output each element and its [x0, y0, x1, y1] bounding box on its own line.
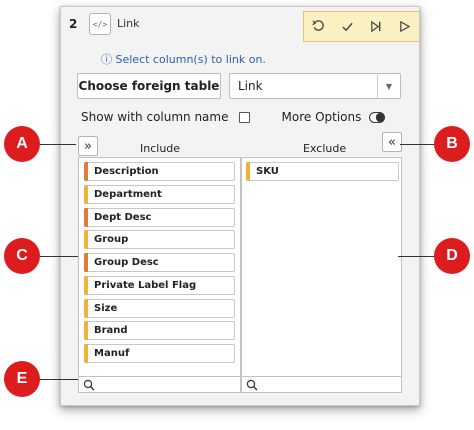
- search-icon: [246, 379, 258, 390]
- undo-button[interactable]: [304, 12, 333, 41]
- include-search-input[interactable]: [78, 376, 241, 393]
- list-item[interactable]: Size: [84, 299, 235, 318]
- chevron-down-icon: ▼: [377, 74, 400, 98]
- list-item[interactable]: Private Label Flag: [84, 276, 235, 295]
- callout-b-line: [400, 144, 436, 145]
- link-type-value: Link: [238, 79, 263, 93]
- callout-a: A: [4, 126, 40, 162]
- step-forward-button[interactable]: [362, 12, 391, 41]
- callout-e: E: [4, 361, 40, 397]
- callout-c-line: [40, 256, 78, 257]
- list-item[interactable]: SKU: [246, 162, 399, 181]
- include-header: Include: [140, 142, 181, 155]
- move-all-to-exclude-button[interactable]: «: [382, 132, 402, 152]
- move-all-to-include-button[interactable]: »: [78, 136, 98, 156]
- callout-d: D: [434, 238, 470, 274]
- choose-foreign-table-button[interactable]: Choose foreign table: [77, 73, 221, 99]
- code-view-button[interactable]: </>: [89, 13, 111, 35]
- search-icon: [83, 379, 95, 390]
- callout-e-line: [40, 379, 78, 380]
- callout-c: C: [4, 238, 40, 274]
- show-column-name-label: Show with column name: [81, 110, 229, 124]
- exclude-list[interactable]: SKU: [241, 157, 402, 377]
- list-item[interactable]: Brand: [84, 321, 235, 340]
- callout-a-line: [40, 144, 76, 145]
- step-number: 2: [69, 17, 78, 31]
- include-list[interactable]: Description Department Dept Desc Group G…: [78, 157, 241, 377]
- apply-button[interactable]: [333, 12, 362, 41]
- callout-d-line: [398, 256, 436, 257]
- list-item[interactable]: Group Desc: [84, 253, 235, 272]
- tool-title: Link: [117, 17, 140, 30]
- tool-toolbar: [303, 11, 419, 42]
- list-item[interactable]: Manuf: [84, 344, 235, 363]
- run-button[interactable]: [390, 12, 419, 41]
- check-icon: [341, 22, 353, 32]
- callout-b: B: [434, 126, 470, 162]
- list-item[interactable]: Description: [84, 162, 235, 181]
- info-message: ⓘ Select column(s) to link on.: [101, 53, 266, 66]
- undo-icon: [312, 20, 324, 31]
- column-selector: » Include Exclude « Description Departme…: [71, 129, 413, 393]
- link-type-select[interactable]: Link ▼: [229, 73, 401, 99]
- show-column-name-checkbox[interactable]: [238, 111, 250, 123]
- options-row: Show with column name More Options: [81, 110, 386, 124]
- link-tool-panel: 2 </> Link ⓘ Select column(s) to link on…: [60, 6, 420, 406]
- list-item[interactable]: Dept Desc: [84, 208, 235, 227]
- step-forward-icon: [371, 20, 381, 33]
- list-item[interactable]: Group: [84, 230, 235, 249]
- exclude-search-input[interactable]: [241, 376, 402, 393]
- more-options-label: More Options: [281, 110, 362, 124]
- more-options-toggle[interactable]: [369, 111, 386, 123]
- play-icon: [400, 20, 411, 33]
- list-item[interactable]: Department: [84, 185, 235, 204]
- exclude-header: Exclude: [303, 142, 347, 155]
